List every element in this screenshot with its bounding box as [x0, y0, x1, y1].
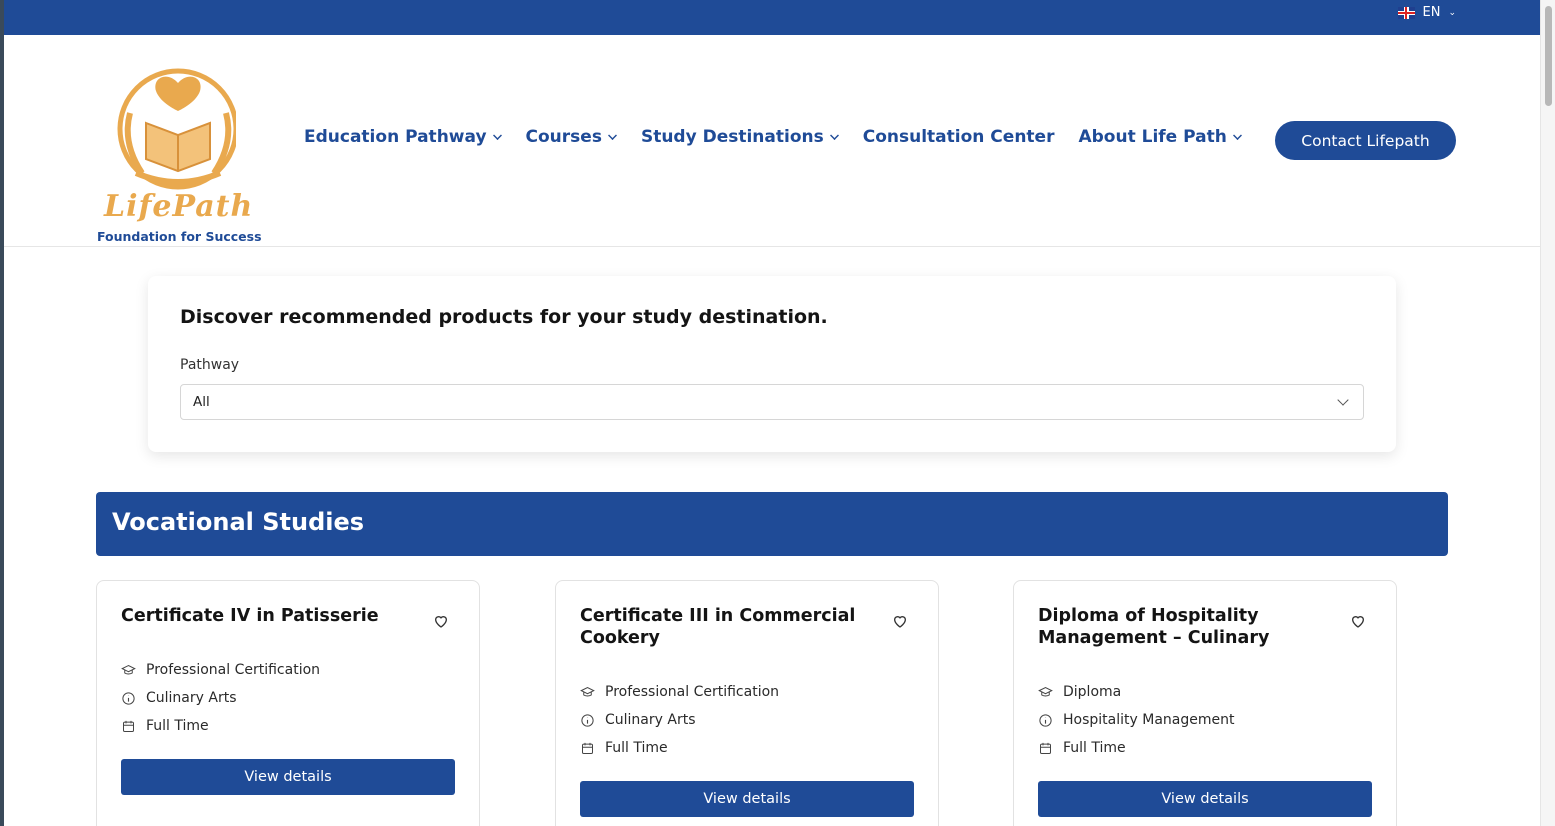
course-meta: Professional Certification Culinary Arts…: [121, 661, 320, 735]
uk-flag-icon: [1397, 6, 1415, 19]
chevron-down-icon: [829, 130, 839, 140]
site-header: LifePath Foundation for Success Educatio…: [4, 35, 1540, 247]
graduation-cap-icon: [121, 664, 136, 674]
top-bar: EN ⌄: [4, 0, 1540, 35]
chevron-down-icon: [1232, 130, 1242, 140]
meta-field: Culinary Arts: [580, 711, 779, 729]
chevron-down-icon: [492, 130, 502, 140]
logo-wordmark: LifePath: [104, 189, 254, 224]
nav-study-destinations[interactable]: Study Destinations: [641, 127, 839, 147]
pathway-select[interactable]: All: [180, 384, 1364, 420]
view-details-button[interactable]: View details: [1038, 781, 1372, 817]
section-title: Vocational Studies: [112, 508, 365, 536]
browser-viewport: EN ⌄ LifePath Foundation for Success Edu…: [4, 0, 1540, 826]
graduation-cap-icon: [580, 686, 595, 696]
calendar-icon: [123, 720, 134, 732]
course-card: Diploma of Hospitality Management – Culi…: [1013, 580, 1397, 826]
contact-lifepath-button[interactable]: Contact Lifepath: [1275, 121, 1456, 160]
filter-title: Discover recommended products for your s…: [180, 306, 828, 328]
nav-courses[interactable]: Courses: [526, 127, 617, 147]
section-header: Vocational Studies: [96, 492, 1448, 556]
meta-mode: Full Time: [580, 739, 779, 757]
chevron-down-icon: [1337, 394, 1349, 406]
info-icon: [1039, 713, 1052, 727]
meta-field: Hospitality Management: [1038, 711, 1234, 729]
info-icon: [122, 691, 135, 705]
logo-emblem-icon: [117, 68, 236, 190]
chevron-down-icon: ⌄: [1448, 7, 1456, 18]
heart-icon[interactable]: [892, 613, 908, 629]
chevron-down-icon: [607, 130, 617, 140]
scrollbar[interactable]: [1540, 0, 1555, 826]
logo[interactable]: LifePath Foundation for Success: [96, 61, 266, 251]
language-switcher[interactable]: EN ⌄: [1397, 5, 1456, 20]
scrollbar-thumb[interactable]: [1545, 6, 1552, 106]
calendar-icon: [1040, 742, 1051, 754]
meta-level: Diploma: [1038, 683, 1234, 701]
nav-consultation-center[interactable]: Consultation Center: [863, 127, 1055, 147]
calendar-icon: [582, 742, 593, 754]
language-label: EN: [1422, 5, 1441, 20]
course-title: Certificate IV in Patisserie: [121, 606, 379, 626]
nav-label: Education Pathway: [304, 127, 487, 147]
nav-about-life-path[interactable]: About Life Path: [1078, 127, 1242, 147]
meta-level: Professional Certification: [121, 661, 320, 679]
info-icon: [581, 713, 594, 727]
main-nav: Education Pathway Courses Study Destinat…: [304, 127, 1266, 147]
course-meta: Professional Certification Culinary Arts…: [580, 683, 779, 757]
nav-label: Courses: [525, 127, 602, 147]
logo-tagline: Foundation for Success: [97, 229, 262, 244]
nav-education-pathway[interactable]: Education Pathway: [304, 127, 502, 147]
view-details-button[interactable]: View details: [121, 759, 455, 795]
course-card: Certificate III in Commercial Cookery Pr…: [555, 580, 939, 826]
course-title: Diploma of Hospitality Management – Culi…: [1038, 606, 1270, 648]
course-title: Certificate III in Commercial Cookery: [580, 606, 856, 648]
meta-level: Professional Certification: [580, 683, 779, 701]
heart-icon[interactable]: [1350, 613, 1366, 629]
meta-field: Culinary Arts: [121, 689, 320, 707]
pathway-selected-value: All: [193, 394, 210, 410]
meta-mode: Full Time: [1038, 739, 1234, 757]
filter-card: Discover recommended products for your s…: [148, 276, 1396, 452]
nav-label: Consultation Center: [862, 127, 1055, 147]
nav-label: Study Destinations: [640, 127, 824, 147]
pathway-label: Pathway: [180, 357, 240, 373]
course-card: Certificate IV in Patisserie Professiona…: [96, 580, 480, 826]
course-meta: Diploma Hospitality Management Full Time: [1038, 683, 1234, 757]
heart-icon[interactable]: [433, 613, 449, 629]
meta-mode: Full Time: [121, 717, 320, 735]
nav-label: About Life Path: [1078, 127, 1227, 147]
graduation-cap-icon: [1038, 686, 1053, 696]
view-details-button[interactable]: View details: [580, 781, 914, 817]
